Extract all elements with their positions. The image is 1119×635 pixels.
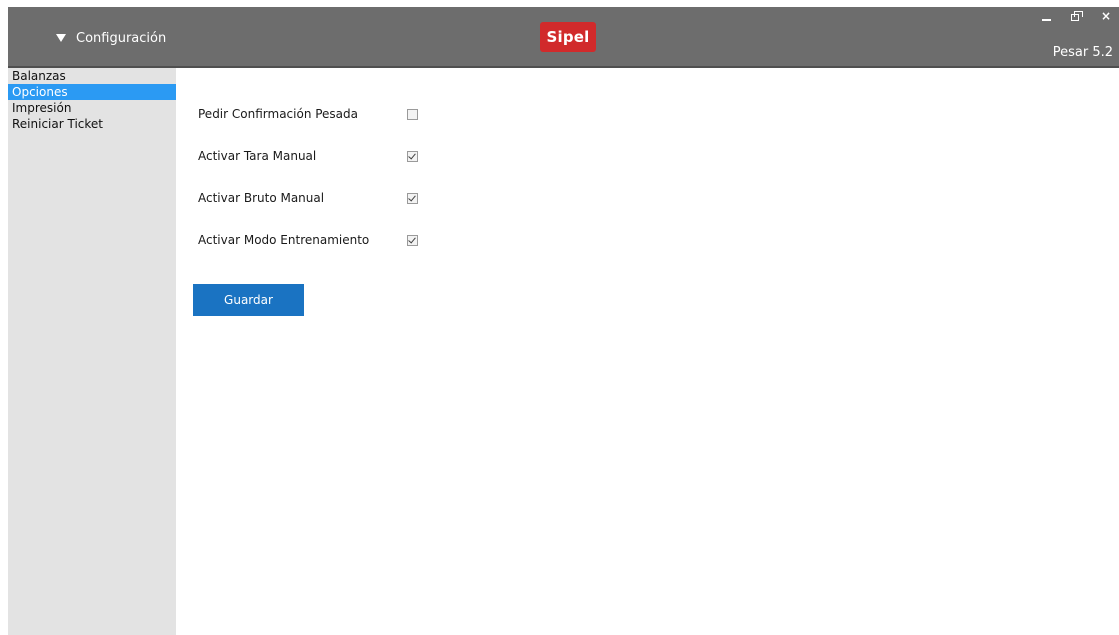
sidebar-item-opciones[interactable]: Opciones (8, 84, 176, 100)
manual-tare-checkbox[interactable] (407, 150, 418, 162)
option-row-confirm-weighing: Pedir Confirmación Pesada (198, 105, 418, 123)
option-row-manual-tare: Activar Tara Manual (198, 147, 418, 165)
confirm-weighing-checkbox[interactable] (407, 108, 418, 120)
option-label: Activar Tara Manual (198, 149, 317, 163)
option-label: Activar Modo Entrenamiento (198, 233, 370, 247)
title-bar: Configuración Sipel × Pesar 5.2 (8, 7, 1119, 68)
training-mode-checkbox[interactable] (407, 234, 418, 246)
configuration-menu-toggle[interactable]: Configuración (56, 28, 166, 48)
sidebar-item-impresion[interactable]: Impresión (8, 100, 176, 116)
sidebar: Balanzas Opciones Impresión Reiniciar Ti… (8, 68, 176, 635)
sidebar-item-reiniciar-ticket[interactable]: Reiniciar Ticket (8, 116, 176, 132)
restore-icon[interactable] (1069, 9, 1083, 23)
window-controls: × (1039, 9, 1113, 23)
option-label: Pedir Confirmación Pesada (198, 107, 359, 121)
app-window: Configuración Sipel × Pesar 5.2 Balanzas… (8, 7, 1119, 635)
sipel-logo: Sipel (540, 22, 596, 52)
close-icon[interactable]: × (1099, 9, 1113, 23)
logo-text: Sipel (546, 28, 590, 46)
option-label: Activar Bruto Manual (198, 191, 325, 205)
manual-gross-checkbox[interactable] (407, 192, 418, 204)
options-panel: Pedir Confirmación Pesada Activar Tara M… (176, 68, 1119, 635)
save-button[interactable]: Guardar (193, 284, 304, 316)
menu-title: Configuración (76, 30, 167, 46)
sidebar-item-balanzas[interactable]: Balanzas (8, 68, 176, 84)
triangle-down-icon (56, 34, 66, 42)
option-row-manual-gross: Activar Bruto Manual (198, 189, 418, 207)
option-row-training-mode: Activar Modo Entrenamiento (198, 231, 418, 249)
app-version: Pesar 5.2 (1052, 45, 1113, 60)
minimize-icon[interactable] (1039, 9, 1053, 23)
